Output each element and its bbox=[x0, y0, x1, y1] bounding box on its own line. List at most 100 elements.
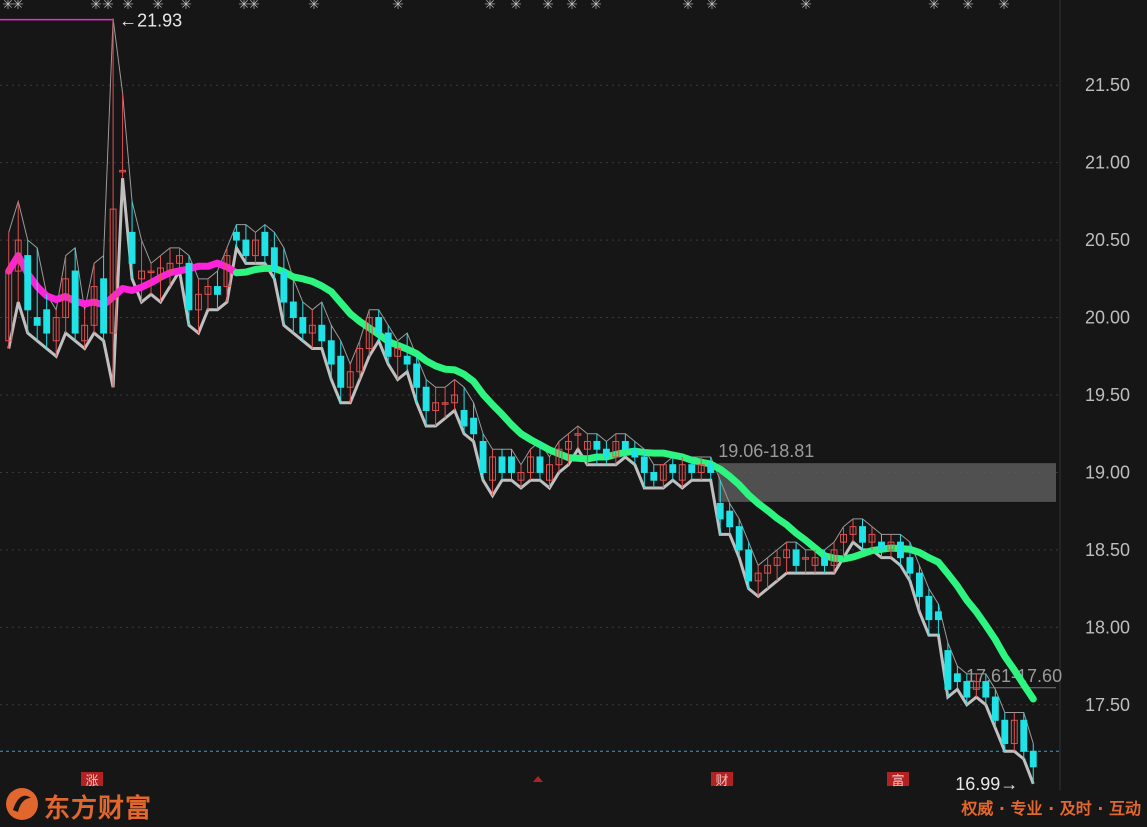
candle-body bbox=[792, 549, 800, 566]
candle-body bbox=[707, 464, 715, 473]
candle bbox=[897, 534, 904, 566]
candle bbox=[489, 449, 496, 496]
candle-body bbox=[735, 526, 743, 551]
candle bbox=[157, 255, 164, 303]
star-marker-icon: ✳ bbox=[90, 0, 102, 12]
candle bbox=[308, 309, 316, 349]
high-envelope-line bbox=[8, 18, 1034, 744]
candle bbox=[650, 464, 658, 488]
candle-body bbox=[280, 270, 288, 303]
candle-body bbox=[631, 448, 639, 458]
grid-lines bbox=[0, 84, 1060, 706]
low-label: 16.99→ bbox=[955, 774, 1018, 794]
star-marker-icon: ✳ bbox=[12, 0, 24, 12]
candle-body bbox=[71, 270, 79, 334]
y-tick-label: 19.00 bbox=[1085, 462, 1130, 482]
candle-body bbox=[413, 363, 421, 388]
star-marker-icon: ✳ bbox=[682, 0, 694, 12]
candle-body bbox=[270, 247, 278, 272]
candle-body bbox=[716, 502, 724, 520]
star-marker-icon: ✳ bbox=[800, 0, 812, 12]
candle bbox=[498, 449, 506, 481]
candle-body bbox=[906, 557, 914, 574]
candle-body bbox=[242, 239, 250, 257]
candle-body bbox=[403, 355, 411, 365]
candle bbox=[669, 456, 677, 481]
candle-body bbox=[375, 317, 383, 334]
candle-body bbox=[925, 595, 933, 621]
y-tick-label: 20.50 bbox=[1085, 230, 1130, 250]
candle bbox=[100, 255, 108, 341]
brand-slogan: 权威 · 专业 · 及时 · 互动 bbox=[961, 799, 1141, 818]
candle-body bbox=[1001, 719, 1009, 745]
candle bbox=[289, 278, 297, 334]
high-label: ←21.93 bbox=[119, 11, 182, 31]
candle-body bbox=[384, 332, 392, 357]
candle-body bbox=[318, 324, 326, 342]
candle-body bbox=[688, 464, 696, 473]
y-tick-label: 18.00 bbox=[1085, 617, 1130, 637]
candle-body bbox=[953, 673, 961, 683]
candle bbox=[944, 642, 952, 698]
brand-logo bbox=[4, 786, 40, 822]
candle-body bbox=[327, 340, 335, 365]
candlesticks bbox=[5, 18, 1037, 784]
candle-body bbox=[24, 255, 32, 311]
candle-body bbox=[878, 541, 885, 551]
event-marker-label: 财 bbox=[715, 773, 728, 788]
event-triangle-icon bbox=[533, 776, 543, 782]
candle-body bbox=[1020, 719, 1028, 752]
resistance-zone bbox=[718, 463, 1056, 502]
zone-label-upper: 19.06-18.81 bbox=[718, 441, 814, 461]
candle-body bbox=[944, 650, 952, 690]
candle-body bbox=[100, 278, 108, 334]
candle-body bbox=[460, 409, 468, 427]
y-tick-label: 21.00 bbox=[1085, 153, 1130, 173]
candle-body bbox=[602, 448, 610, 458]
candle bbox=[612, 433, 620, 465]
star-marker-icon: ✳ bbox=[510, 0, 522, 12]
candle bbox=[432, 387, 440, 426]
candle bbox=[24, 240, 32, 334]
star-marker-icon: ✳ bbox=[308, 0, 320, 12]
candle-body bbox=[640, 456, 648, 473]
candle bbox=[953, 666, 961, 690]
star-marker-icon: ✳ bbox=[962, 0, 974, 12]
candle-body bbox=[859, 526, 866, 543]
candle bbox=[527, 449, 534, 481]
candle-body bbox=[43, 309, 51, 334]
star-marker-icon: ✳ bbox=[484, 0, 496, 12]
candle bbox=[261, 224, 269, 264]
candle bbox=[802, 549, 810, 574]
y-axis-ticks: 17.50 18.00 18.50 19.00 19.50 20.00 20.50 21.00… bbox=[1085, 75, 1130, 715]
star-marker-icon: ✳ bbox=[590, 0, 602, 12]
candle bbox=[602, 441, 610, 465]
candle-body bbox=[508, 456, 515, 473]
candle-body bbox=[185, 262, 193, 311]
candle-body bbox=[422, 386, 430, 411]
candle bbox=[754, 565, 762, 597]
candle bbox=[773, 549, 781, 581]
candle-body bbox=[213, 286, 221, 295]
stock-chart: 17.50 18.00 18.50 19.00 19.50 20.00 20.50 21.00… bbox=[0, 0, 1130, 794]
candle-body bbox=[299, 317, 307, 334]
candle bbox=[14, 201, 22, 303]
candle-body bbox=[33, 317, 41, 326]
star-marker-icon: ✳ bbox=[928, 0, 940, 12]
candle-body bbox=[1029, 750, 1037, 768]
candle-body bbox=[991, 696, 999, 721]
annotations: ←21.93 16.99→ bbox=[0, 11, 1018, 794]
candle bbox=[138, 240, 145, 303]
candle bbox=[574, 425, 582, 450]
price-envelope bbox=[7, 18, 1035, 785]
event-marker-label: 富 bbox=[891, 773, 904, 788]
candle-body bbox=[128, 231, 136, 264]
candle bbox=[204, 278, 212, 310]
candle bbox=[859, 518, 866, 550]
candle bbox=[849, 518, 857, 543]
candle-body bbox=[593, 440, 601, 450]
candle-body bbox=[982, 681, 990, 698]
candle bbox=[451, 379, 459, 411]
y-tick-label: 19.50 bbox=[1085, 385, 1130, 405]
brand-name: 东方财富 bbox=[44, 794, 153, 824]
